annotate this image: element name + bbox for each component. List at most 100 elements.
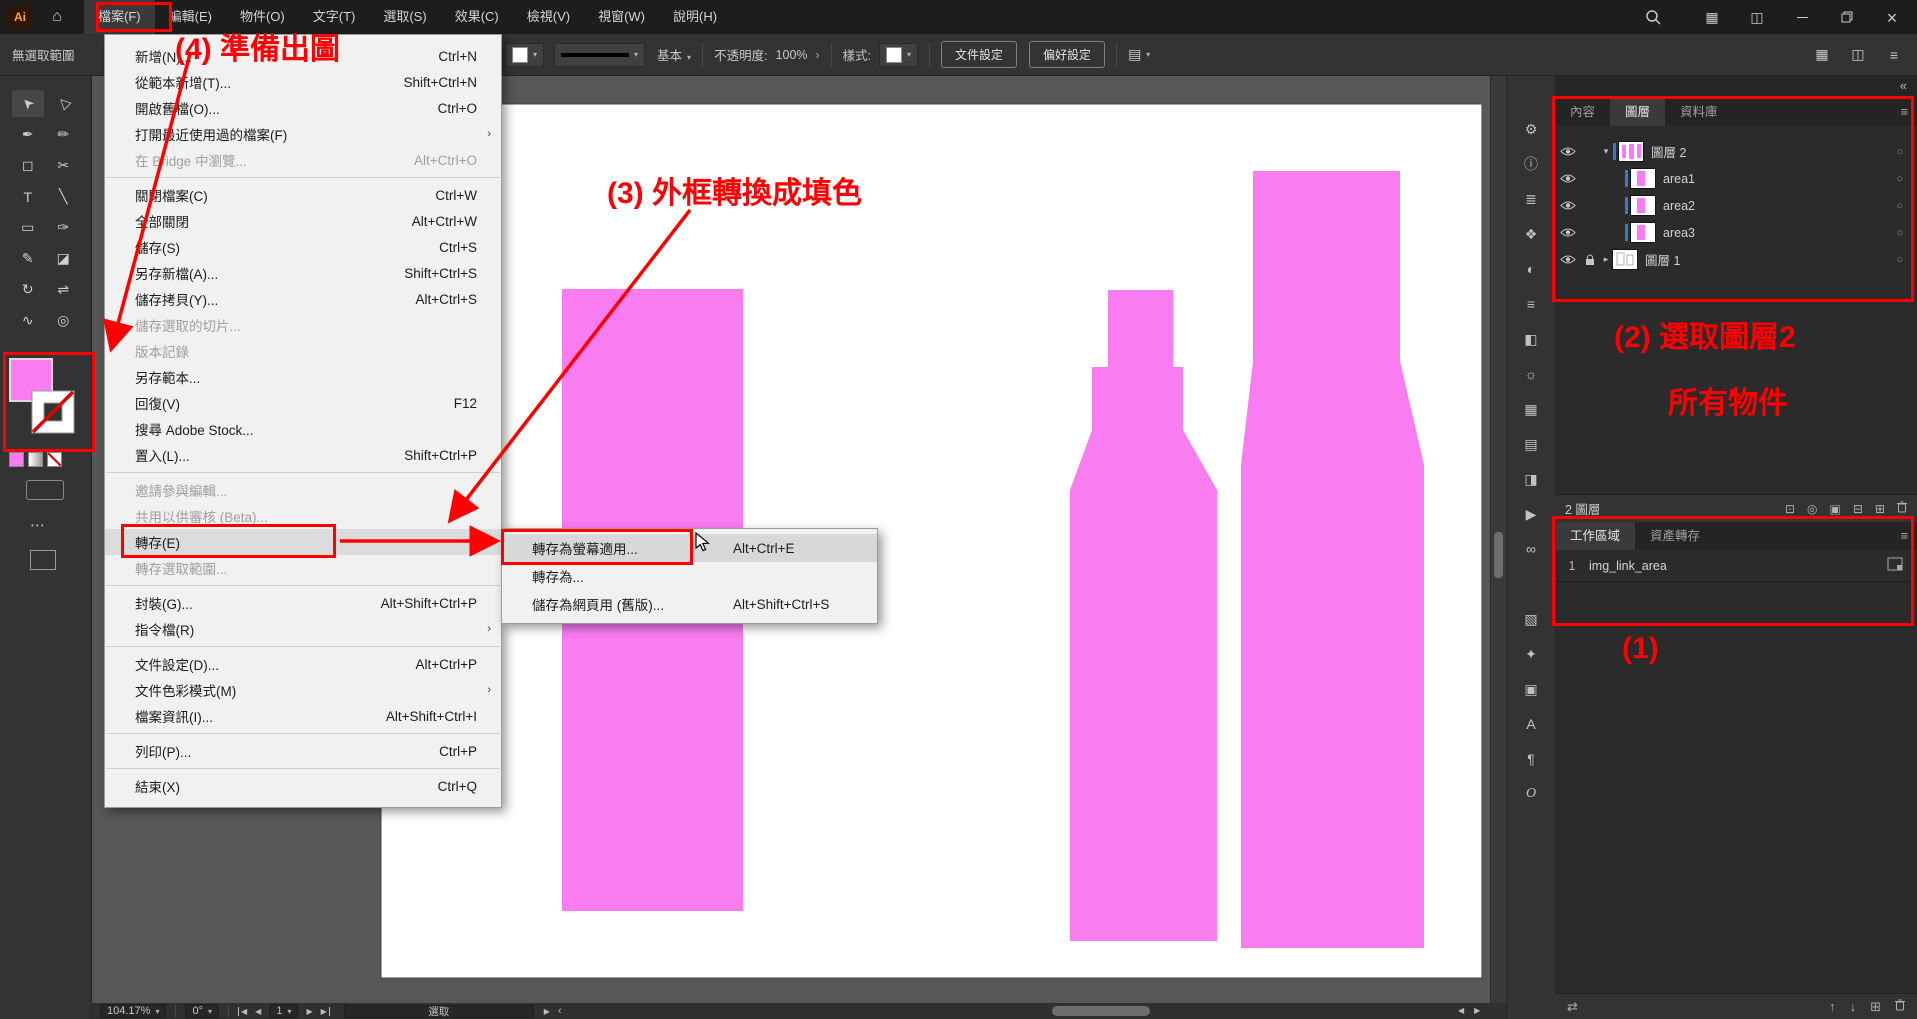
- panel-menu-icon[interactable]: ≡: [1901, 98, 1908, 126]
- layer-row-layer2[interactable]: ▾ 圖層 2 ○: [1555, 138, 1917, 165]
- rearrange-artboards-icon[interactable]: ⇄: [1567, 999, 1578, 1015]
- character-panel-icon[interactable]: A: [1516, 711, 1546, 737]
- color-swatch-icon[interactable]: [9, 452, 24, 467]
- new-sublayer-icon[interactable]: ⊟: [1853, 502, 1863, 516]
- lock-icon[interactable]: [1581, 254, 1599, 266]
- menu-item-exit[interactable]: 結束(X)Ctrl+Q: [105, 773, 501, 799]
- properties-panel-icon[interactable]: ⚙: [1516, 116, 1546, 142]
- align-panel-icon[interactable]: ▤: [1516, 431, 1546, 457]
- stroke-panel-icon[interactable]: ≡: [1516, 291, 1546, 317]
- graphic-style-dropdown[interactable]: ▾: [879, 43, 918, 67]
- target-circle-icon[interactable]: ○: [1896, 200, 1903, 212]
- menu-item-place[interactable]: 置入(L)...Shift+Ctrl+P: [105, 442, 501, 468]
- menu-item-new-from-template[interactable]: 從範本新增(T)...Shift+Ctrl+N: [105, 69, 501, 95]
- status-collapse-icon[interactable]: ‹: [558, 1005, 562, 1017]
- menu-view[interactable]: 檢視(V): [513, 0, 584, 34]
- collect-for-export-icon[interactable]: ⊡: [1785, 502, 1795, 516]
- info-panel-icon[interactable]: ⓘ: [1516, 151, 1546, 177]
- move-up-icon[interactable]: ↑: [1829, 999, 1836, 1014]
- glyphs-panel-icon[interactable]: ≣: [1516, 186, 1546, 212]
- tab-layers[interactable]: 圖層: [1610, 98, 1665, 126]
- menu-item-export-as[interactable]: 轉存為...: [502, 562, 877, 590]
- menu-item-document-color-mode[interactable]: 文件色彩模式(M)›: [105, 677, 501, 703]
- artwork-bottle-2[interactable]: [1241, 171, 1424, 948]
- menu-item-print[interactable]: 列印(P)...Ctrl+P: [105, 738, 501, 764]
- preferences-button[interactable]: 偏好設定: [1029, 41, 1105, 68]
- menu-edit[interactable]: 編輯(E): [155, 0, 226, 34]
- toolbar-options-icon[interactable]: ▤: [1128, 46, 1141, 63]
- last-artboard-icon[interactable]: ▶: [321, 1007, 330, 1016]
- apps-grid-icon[interactable]: ▦: [1703, 8, 1721, 26]
- workspace-switcher-icon[interactable]: ◫: [1849, 46, 1867, 64]
- minimize-icon[interactable]: [1793, 8, 1811, 26]
- menu-item-save-for-web[interactable]: 儲存為網頁用 (舊版)...Alt+Shift+Ctrl+S: [502, 590, 877, 618]
- search-icon[interactable]: [1644, 8, 1662, 26]
- object-name[interactable]: area3: [1663, 226, 1695, 240]
- menu-item-close[interactable]: 關閉檔案(C)Ctrl+W: [105, 182, 501, 208]
- reflect-tool-button[interactable]: ⇌: [47, 276, 79, 303]
- opentype-panel-icon[interactable]: O: [1516, 781, 1546, 807]
- layer-row-area1[interactable]: area1 ○: [1555, 165, 1917, 192]
- menu-item-revert[interactable]: 回復(V)F12: [105, 390, 501, 416]
- vertical-scrollbar[interactable]: [1490, 76, 1506, 1003]
- swatches-panel-icon[interactable]: ▦: [1516, 396, 1546, 422]
- artboard-page-icon[interactable]: [1887, 557, 1903, 574]
- fill-color-dropdown[interactable]: ▾: [505, 43, 544, 67]
- layer-row-area2[interactable]: area2 ○: [1555, 192, 1917, 219]
- menu-item-scripts[interactable]: 指令檔(R)›: [105, 616, 501, 642]
- object-name[interactable]: area2: [1663, 199, 1695, 213]
- rectangle-tool-button[interactable]: ▭: [12, 214, 44, 241]
- menu-type[interactable]: 文字(T): [299, 0, 370, 34]
- tab-asset-export[interactable]: 資產轉存: [1635, 522, 1715, 550]
- gradient-panel-icon[interactable]: ◐: [1516, 256, 1546, 282]
- locate-object-icon[interactable]: ◎: [1807, 502, 1817, 516]
- menu-help[interactable]: 說明(H): [659, 0, 731, 34]
- menu-item-save-copy[interactable]: 儲存拷貝(Y)...Alt+Ctrl+S: [105, 286, 501, 312]
- scroll-left-icon[interactable]: ◀: [1458, 1006, 1474, 1015]
- visibility-eye-icon[interactable]: [1555, 200, 1581, 211]
- tab-libraries[interactable]: 資料庫: [1665, 98, 1733, 126]
- brush-definition-dropdown[interactable]: 基本▾: [657, 45, 691, 64]
- next-artboard-icon[interactable]: ▶: [306, 1007, 312, 1016]
- type-tool-button[interactable]: T: [12, 183, 44, 210]
- menu-item-search-adobe-stock[interactable]: 搜尋 Adobe Stock...: [105, 416, 501, 442]
- width-tool-button[interactable]: ∿: [12, 307, 44, 334]
- links-panel-icon[interactable]: ∞: [1516, 536, 1546, 562]
- menu-file[interactable]: 檔案(F): [84, 0, 155, 34]
- artboard-tool-icon[interactable]: [30, 550, 56, 570]
- menu-select[interactable]: 選取(S): [369, 0, 440, 34]
- layer-name[interactable]: 圖層 2: [1651, 142, 1686, 161]
- menu-item-document-setup[interactable]: 文件設定(D)...Alt+Ctrl+P: [105, 651, 501, 677]
- eraser-tool-button[interactable]: ◪: [47, 245, 79, 272]
- visibility-eye-icon[interactable]: [1555, 173, 1581, 184]
- asset-export-panel-icon[interactable]: ✦: [1516, 641, 1546, 667]
- zoom-tool-button[interactable]: ◎: [47, 307, 79, 334]
- rotation-dropdown[interactable]: 0° ▾: [185, 1004, 219, 1018]
- direct-selection-tool-button[interactable]: ▷: [47, 90, 79, 117]
- home-icon[interactable]: ⌂: [42, 8, 72, 26]
- layer-row-area3[interactable]: area3 ○: [1555, 219, 1917, 246]
- collapse-dock-icon[interactable]: «: [1900, 78, 1907, 93]
- pathfinder-panel-icon[interactable]: ◨: [1516, 466, 1546, 492]
- first-artboard-icon[interactable]: ◀: [238, 1007, 247, 1016]
- artboard-name[interactable]: img_link_area: [1589, 559, 1667, 573]
- menu-item-save-as-template[interactable]: 另存範本...: [105, 364, 501, 390]
- clipping-mask-icon[interactable]: ▣: [1830, 502, 1841, 516]
- menu-item-new[interactable]: 新增(N)...Ctrl+N: [105, 43, 501, 69]
- paintbrush-tool-button[interactable]: ✑: [47, 214, 79, 241]
- selection-tool-button[interactable]: ➤: [12, 90, 44, 117]
- artboard-row[interactable]: 1 img_link_area: [1555, 550, 1917, 582]
- delete-layer-icon[interactable]: [1897, 501, 1907, 516]
- vertical-scrollbar-thumb[interactable]: [1494, 532, 1503, 578]
- image-trace-panel-icon[interactable]: ▧: [1516, 606, 1546, 632]
- layer-name[interactable]: 圖層 1: [1645, 250, 1680, 269]
- disclosure-open-icon[interactable]: ▾: [1599, 146, 1613, 157]
- stroke-profile-dropdown[interactable]: ▾: [554, 43, 645, 67]
- menu-item-open[interactable]: 開啟舊檔(O)...Ctrl+O: [105, 95, 501, 121]
- chevron-right-icon[interactable]: ›: [816, 48, 820, 62]
- restore-icon[interactable]: [1838, 8, 1856, 26]
- tab-artboards[interactable]: 工作區域: [1555, 522, 1635, 550]
- symbols-panel-icon[interactable]: ❖: [1516, 221, 1546, 247]
- new-artboard-icon[interactable]: ⊞: [1870, 999, 1881, 1015]
- pencil-tool-button[interactable]: ✎: [12, 245, 44, 272]
